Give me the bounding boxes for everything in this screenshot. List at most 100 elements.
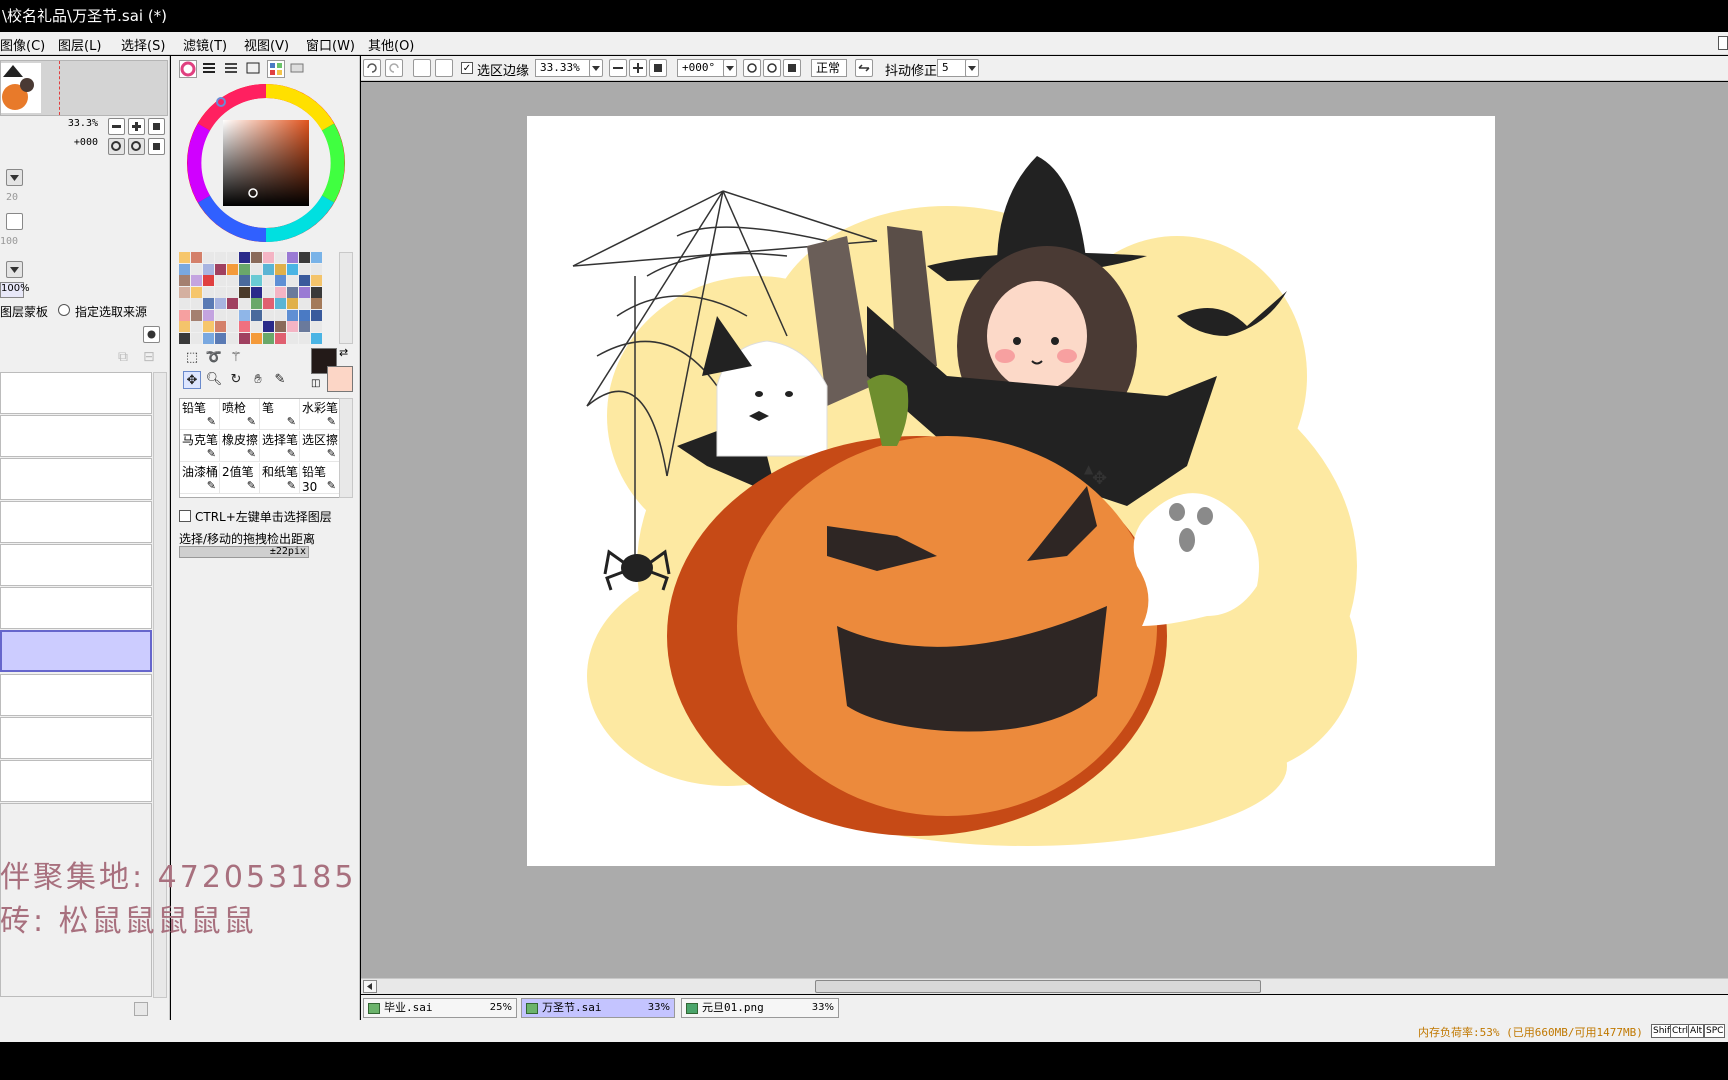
layer-row[interactable] — [0, 501, 152, 543]
color-swatch[interactable] — [251, 298, 262, 309]
color-swatch[interactable] — [251, 263, 262, 275]
color-swatch[interactable] — [299, 263, 310, 275]
color-swatch[interactable] — [311, 321, 322, 332]
zoom-dropdown-icon[interactable] — [589, 59, 603, 77]
color-swatch[interactable] — [299, 309, 310, 321]
color-swatch[interactable] — [227, 286, 238, 298]
color-swatch[interactable] — [215, 286, 226, 298]
rotate-tool-icon[interactable]: ↻ — [227, 371, 245, 389]
color-swatch[interactable] — [215, 263, 226, 275]
color-swatch[interactable] — [191, 321, 202, 332]
background-color[interactable] — [327, 366, 353, 392]
color-swatch[interactable] — [191, 275, 202, 286]
document-tab-active[interactable]: 万圣节.sai 33% — [521, 998, 675, 1018]
layer-opacity-value[interactable]: 100% — [0, 282, 30, 298]
color-swatch[interactable] — [251, 309, 262, 321]
zoom-in-tool-icon[interactable] — [629, 59, 647, 77]
color-swatch[interactable] — [263, 321, 274, 332]
color-swatch[interactable] — [251, 321, 262, 332]
layer-row[interactable] — [0, 372, 152, 414]
color-swatch[interactable] — [191, 252, 202, 263]
color-swatch[interactable] — [251, 275, 262, 286]
color-swatch[interactable] — [275, 309, 286, 321]
color-swatch[interactable] — [299, 332, 310, 344]
color-swatch[interactable] — [275, 252, 286, 263]
color-swatch[interactable] — [275, 332, 286, 344]
color-swatch[interactable] — [239, 275, 250, 286]
canvas-horizontal-scrollbar[interactable] — [361, 978, 1728, 994]
rotate-cw-icon[interactable] — [763, 59, 781, 77]
color-swatch[interactable] — [191, 309, 202, 321]
color-swatch[interactable] — [203, 263, 214, 275]
layer-mask-option[interactable]: 图层蒙板 — [0, 303, 48, 320]
layer-row[interactable] — [0, 458, 152, 500]
rotation-dropdown-icon[interactable] — [723, 59, 737, 77]
color-swatch[interactable] — [275, 263, 286, 275]
layer-row[interactable] — [0, 544, 152, 586]
blend-dropdown-icon[interactable] — [6, 169, 23, 186]
color-swatch[interactable] — [263, 332, 274, 344]
color-swatch[interactable] — [263, 263, 274, 275]
ctrl-select-checkbox[interactable] — [179, 510, 191, 522]
drag-distance-slider[interactable]: ±22pix — [179, 546, 309, 558]
document-tab[interactable]: 毕业.sai 25% — [363, 998, 517, 1018]
color-mixer-tab[interactable] — [245, 60, 263, 78]
nav-angle-value[interactable]: +000 — [0, 137, 104, 153]
horizontal-scroll-thumb[interactable] — [815, 980, 1261, 993]
color-swatch[interactable] — [311, 309, 322, 321]
color-swatch[interactable] — [311, 252, 322, 263]
hsv-slider-tab[interactable] — [223, 60, 241, 78]
color-swatch[interactable] — [299, 321, 310, 332]
color-swatch[interactable] — [203, 286, 214, 298]
color-swatch[interactable] — [215, 298, 226, 309]
color-swatch[interactable] — [215, 332, 226, 344]
color-swatch[interactable] — [239, 321, 250, 332]
color-swatch[interactable] — [179, 298, 190, 309]
color-swatch[interactable] — [299, 286, 310, 298]
layer-value-a[interactable]: 20 — [0, 192, 24, 208]
color-swatch[interactable] — [203, 275, 214, 286]
menu-window[interactable]: 窗口(W) — [306, 35, 355, 54]
zoom-reset-button[interactable] — [148, 118, 165, 135]
layer-row[interactable] — [0, 717, 152, 759]
color-swatch[interactable] — [311, 298, 322, 309]
redo-icon[interactable] — [385, 59, 403, 77]
brush-tool[interactable]: 油漆桶 ✎ — [180, 463, 220, 494]
brush-tool[interactable]: 水彩笔 ✎ — [300, 399, 340, 430]
color-swatch[interactable] — [179, 252, 190, 263]
color-swatch[interactable] — [227, 252, 238, 263]
scratchpad-tab[interactable] — [289, 60, 307, 78]
hand-tool-icon[interactable]: ✋︎ — [249, 371, 267, 389]
color-swatch[interactable] — [287, 298, 298, 309]
layer-copy-icon[interactable]: ⧉ — [118, 349, 128, 365]
color-swatch[interactable] — [311, 275, 322, 286]
color-swatch[interactable] — [287, 321, 298, 332]
brush-tool[interactable]: 选择笔 ✎ — [260, 431, 300, 462]
layer-mode-dropdown-icon[interactable] — [6, 261, 23, 278]
color-swatch[interactable] — [275, 298, 286, 309]
color-swatch-grid[interactable] — [179, 252, 327, 344]
color-swatch[interactable] — [287, 332, 298, 344]
zoom-tool-icon[interactable]: 🔍︎ — [205, 371, 223, 389]
color-swatch[interactable] — [299, 298, 310, 309]
navigator-preview[interactable] — [0, 60, 168, 116]
brush-tool[interactable]: 和纸笔 ✎ — [260, 463, 300, 494]
drawing-canvas[interactable] — [527, 116, 1495, 866]
layer-scroll-corner[interactable] — [134, 1002, 148, 1016]
rotate-reset-icon[interactable] — [783, 59, 801, 77]
color-swatch[interactable] — [203, 332, 214, 344]
flip-horizontal-icon[interactable] — [855, 59, 873, 77]
brush-tool[interactable]: 铅笔30 ✎ — [300, 463, 340, 494]
color-swatch[interactable] — [179, 263, 190, 275]
brush-tool[interactable]: 选区擦 ✎ — [300, 431, 340, 462]
menu-layer[interactable]: 图层(L) — [58, 35, 101, 54]
rect-select-icon[interactable]: ⬚ — [183, 349, 201, 367]
brush-scrollbar[interactable] — [339, 398, 353, 498]
selection-source-radio[interactable] — [58, 304, 70, 316]
layer-toggle-a[interactable] — [6, 213, 23, 230]
color-swatch[interactable] — [227, 332, 238, 344]
color-swatch[interactable] — [263, 298, 274, 309]
selection-edge-checkbox[interactable]: ✓ — [461, 62, 473, 74]
layer-row[interactable] — [0, 674, 152, 716]
menu-filter[interactable]: 滤镜(T) — [183, 35, 227, 54]
